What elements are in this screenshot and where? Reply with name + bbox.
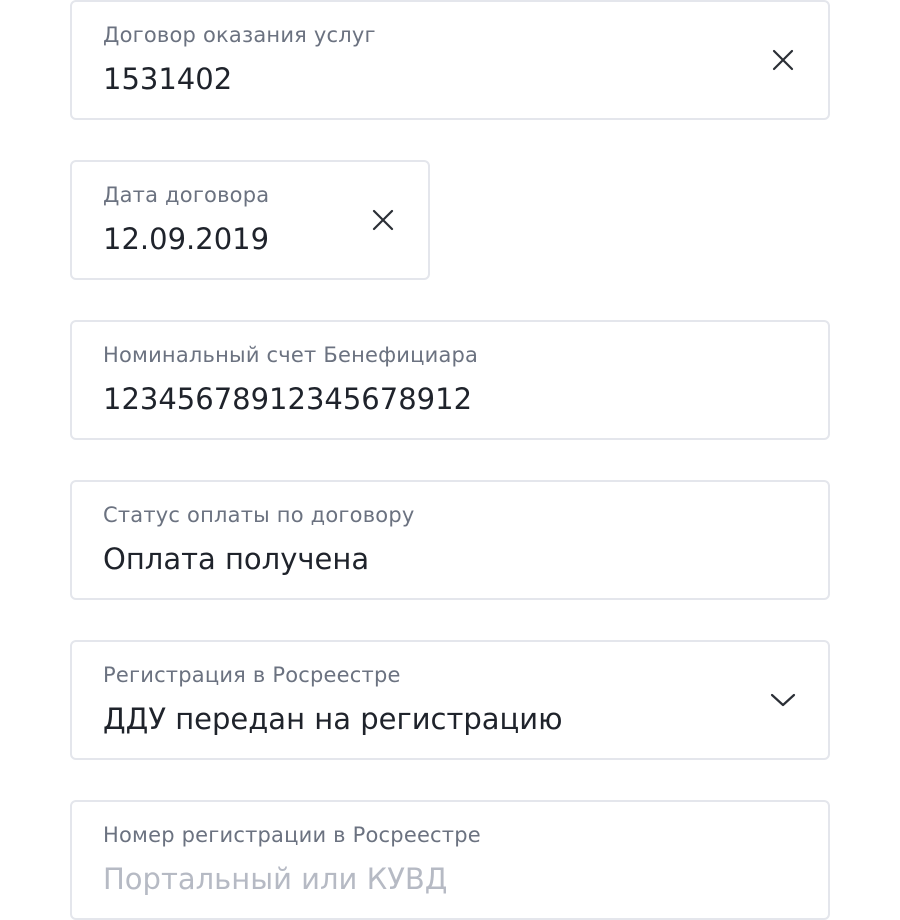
registration-number-label: Номер регистрации в Росреестре [103,823,481,847]
beneficiary-account-label: Номинальный счет Бенефициара [103,343,479,367]
rosreestr-registration-value[interactable]: ДДУ передан на регистрацию [103,702,563,736]
contract-date-field[interactable]: Дата договора 12.09.2019 [70,160,430,280]
close-icon[interactable] [368,205,398,235]
contract-date-label: Дата договора [103,183,270,207]
chevron-down-icon[interactable] [768,685,798,715]
contract-date-value[interactable]: 12.09.2019 [103,222,269,256]
payment-status-value: Оплата получена [103,542,370,576]
registration-number-input[interactable]: Портальный или КУВД [103,862,447,896]
registration-number-field[interactable]: Номер регистрации в Росреестре Портальны… [70,800,830,920]
rosreestr-registration-select[interactable]: Регистрация в Росреестре ДДУ передан на … [70,640,830,760]
beneficiary-account-field[interactable]: Номинальный счет Бенефициара 12345678912… [70,320,830,440]
close-icon[interactable] [768,45,798,75]
rosreestr-registration-label: Регистрация в Росреестре [103,663,401,687]
beneficiary-account-value[interactable]: 12345678912345678912 [103,382,472,416]
payment-status-field: Статус оплаты по договору Оплата получен… [70,480,830,600]
payment-status-label: Статус оплаты по договору [103,503,415,527]
service-contract-label: Договор оказания услуг [103,23,376,47]
service-contract-value[interactable]: 1531402 [103,62,232,96]
service-contract-field[interactable]: Договор оказания услуг 1531402 [70,0,830,120]
